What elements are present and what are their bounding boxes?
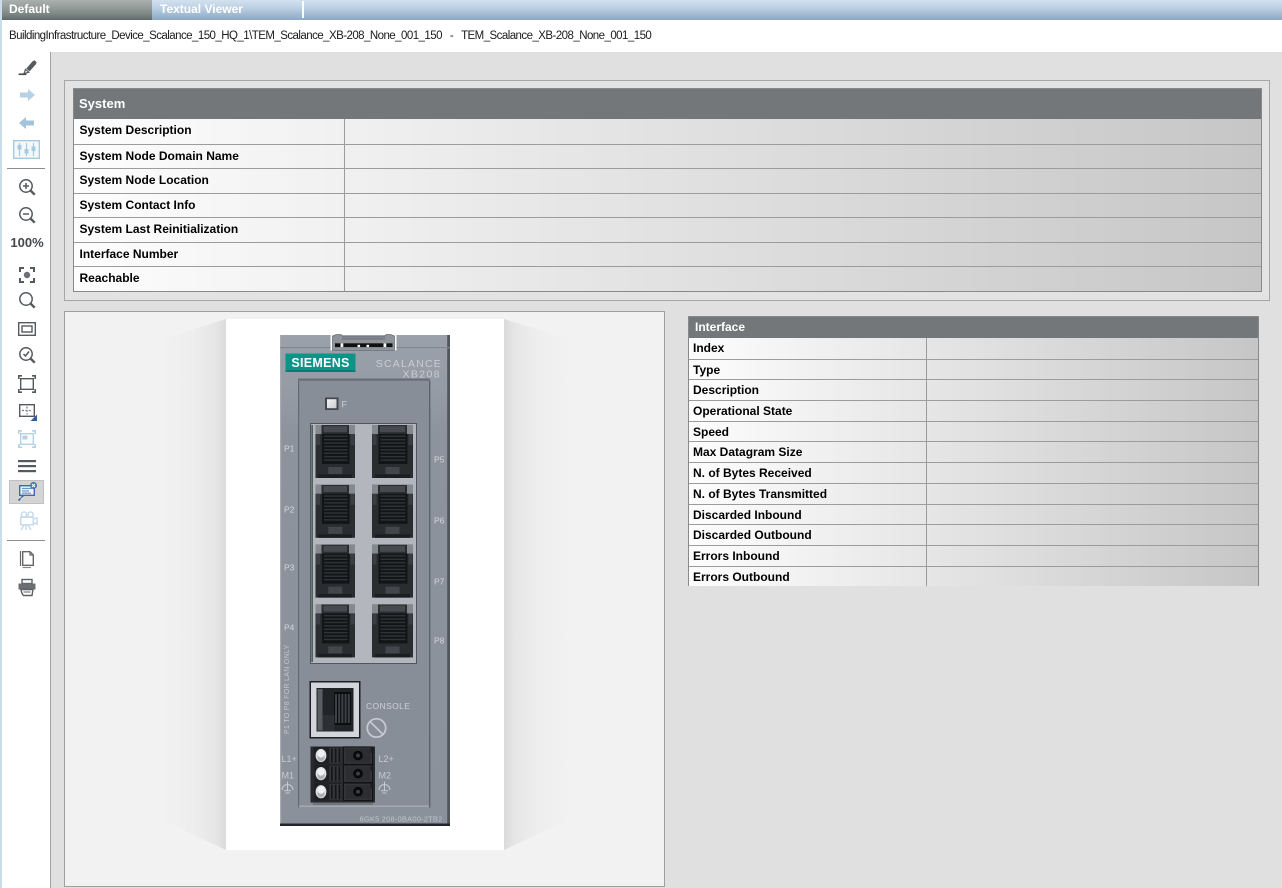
- svg-text:P8: P8: [434, 636, 445, 646]
- svg-text:SIEMENS: SIEMENS: [291, 356, 349, 370]
- svg-text:P4: P4: [284, 623, 295, 633]
- svg-text:P3: P3: [284, 563, 295, 573]
- svg-text:M2: M2: [379, 771, 392, 781]
- svg-text:P1: P1: [284, 444, 295, 454]
- svg-text:6GK5 208-0BA00-2TB2: 6GK5 208-0BA00-2TB2: [359, 815, 442, 824]
- svg-text:CONSOLE: CONSOLE: [366, 701, 410, 711]
- svg-text:P7: P7: [434, 577, 445, 587]
- svg-text:F: F: [342, 400, 348, 410]
- svg-text:P5: P5: [434, 455, 445, 465]
- svg-text:L2+: L2+: [379, 754, 394, 764]
- svg-text:L1+: L1+: [282, 754, 297, 764]
- svg-text:P1 TO P8 FOR LAN ONLY: P1 TO P8 FOR LAN ONLY: [284, 644, 291, 734]
- svg-text:M1: M1: [282, 771, 295, 781]
- svg-text:P6: P6: [434, 516, 445, 526]
- svg-text:P2: P2: [284, 505, 295, 515]
